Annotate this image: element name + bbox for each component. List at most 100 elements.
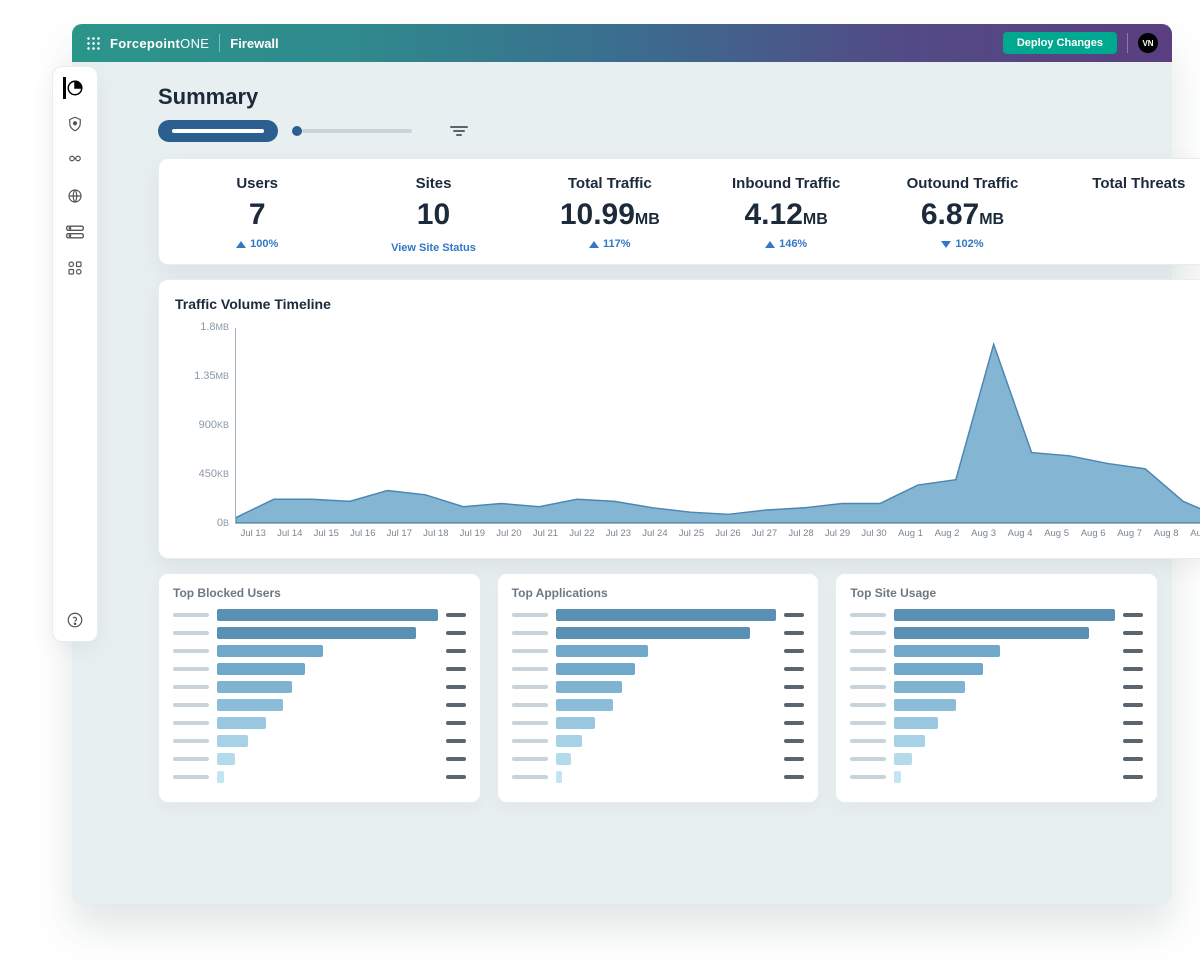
mini-row-label xyxy=(173,685,209,689)
stat-value: 4.12MB xyxy=(698,198,874,232)
mini-row-value xyxy=(446,631,466,635)
y-tick: 450KB xyxy=(175,468,229,480)
nav-globe-icon[interactable] xyxy=(64,185,86,207)
mini-bar xyxy=(894,735,925,747)
mini-row-value xyxy=(784,757,804,761)
apps-grid-icon[interactable] xyxy=(86,36,100,50)
mini-row-value xyxy=(784,739,804,743)
stat-link[interactable]: View Site Status xyxy=(345,242,521,254)
mini-bar xyxy=(556,663,635,675)
mini-row-value xyxy=(1123,631,1143,635)
mini-bar xyxy=(894,717,938,729)
mini-row-value xyxy=(446,685,466,689)
brand: ForcepointONE xyxy=(110,36,209,51)
x-tick: Jul 21 xyxy=(527,528,564,548)
mini-row-value xyxy=(784,685,804,689)
stat-label: Users xyxy=(169,175,345,192)
mini-bar xyxy=(217,627,416,639)
mini-row-label xyxy=(850,649,886,653)
mini-row xyxy=(850,644,1143,658)
mini-bar xyxy=(894,699,956,711)
mini-row-label xyxy=(512,775,548,779)
app-header: ForcepointONE Firewall Deploy Changes VN xyxy=(72,24,1172,62)
mini-charts-row: Top Blocked Users Top Applications xyxy=(158,573,1158,803)
mini-row-value xyxy=(784,775,804,779)
stat-card: Total Traffic10.99MB117% xyxy=(522,175,698,254)
stat-card: Outound Traffic6.87MB102% xyxy=(874,175,1050,254)
x-tick: Aug 3 xyxy=(965,528,1002,548)
mini-row-value xyxy=(446,703,466,707)
x-tick: Jul 28 xyxy=(783,528,820,548)
mini-row-value xyxy=(1123,703,1143,707)
mini-bar xyxy=(217,771,224,783)
mini-bar xyxy=(217,663,305,675)
stat-card: Users7100% xyxy=(169,175,345,254)
x-tick: Aug 5 xyxy=(1038,528,1075,548)
nav-observe-icon[interactable] xyxy=(64,149,86,171)
mini-bar xyxy=(556,609,777,621)
avatar[interactable]: VN xyxy=(1138,33,1158,53)
x-tick: Aug 8 xyxy=(1148,528,1185,548)
mini-bar xyxy=(894,753,912,765)
x-tick: Jul 18 xyxy=(418,528,455,548)
mini-row xyxy=(850,608,1143,622)
nav-apps-icon[interactable] xyxy=(64,257,86,279)
mini-row-label xyxy=(850,721,886,725)
nav-security-icon[interactable] xyxy=(64,113,86,135)
x-tick: Aug 7 xyxy=(1111,528,1148,548)
mini-bar xyxy=(217,699,283,711)
mini-row xyxy=(512,644,805,658)
stat-card: Inbound Traffic4.12MB146% xyxy=(698,175,874,254)
mini-row-label xyxy=(173,721,209,725)
mini-bar xyxy=(217,735,248,747)
stat-card: Sites10View Site Status xyxy=(345,175,521,254)
mini-chart-title: Top Blocked Users xyxy=(173,586,466,600)
nav-dashboard-icon[interactable] xyxy=(63,77,85,99)
period-selector[interactable] xyxy=(158,120,278,142)
x-tick: Jul 26 xyxy=(710,528,747,548)
filter-icon[interactable] xyxy=(446,120,472,142)
mini-row xyxy=(850,716,1143,730)
x-tick: Aug 9 xyxy=(1184,528,1200,548)
mini-row xyxy=(850,662,1143,676)
stat-delta: 146% xyxy=(765,238,807,250)
mini-row-value xyxy=(784,613,804,617)
mini-row-value xyxy=(784,703,804,707)
mini-row-value xyxy=(784,721,804,725)
x-tick: Jul 29 xyxy=(819,528,856,548)
x-tick: Jul 25 xyxy=(673,528,710,548)
mini-bar xyxy=(894,663,982,675)
x-tick: Aug 4 xyxy=(1002,528,1039,548)
stat-label: Total Threats xyxy=(1051,175,1200,192)
mini-row-value xyxy=(1123,613,1143,617)
stat-value: 7 xyxy=(169,198,345,232)
mini-row-value xyxy=(1123,667,1143,671)
mini-row-label xyxy=(173,649,209,653)
deploy-button[interactable]: Deploy Changes xyxy=(1003,32,1117,54)
mini-row-value xyxy=(446,739,466,743)
mini-row xyxy=(512,680,805,694)
mini-row xyxy=(512,770,805,784)
nav-help-icon[interactable] xyxy=(64,609,86,631)
mini-row xyxy=(173,662,466,676)
mini-bar xyxy=(217,681,292,693)
mini-bar xyxy=(556,753,571,765)
mini-bar xyxy=(894,645,1000,657)
x-tick: Jul 19 xyxy=(454,528,491,548)
mini-row-value xyxy=(446,721,466,725)
mini-row-label xyxy=(850,703,886,707)
traffic-timeline-card: Traffic Volume Timeline 1.8MB1.35MB900KB… xyxy=(158,279,1200,559)
mini-bar xyxy=(217,753,235,765)
stat-label: Total Traffic xyxy=(522,175,698,192)
main-content: Summary Users7100%Sites10View Site Statu… xyxy=(98,70,1198,803)
x-tick: Aug 6 xyxy=(1075,528,1112,548)
stat-card: Total Threats xyxy=(1051,175,1200,254)
mini-row-value xyxy=(1123,739,1143,743)
x-tick: Jul 30 xyxy=(856,528,893,548)
mini-bar xyxy=(894,681,965,693)
nav-devices-icon[interactable] xyxy=(64,221,86,243)
header-separator xyxy=(219,34,220,52)
y-tick: 0B xyxy=(175,517,229,529)
mini-row-value xyxy=(446,775,466,779)
range-slider[interactable] xyxy=(292,126,412,136)
